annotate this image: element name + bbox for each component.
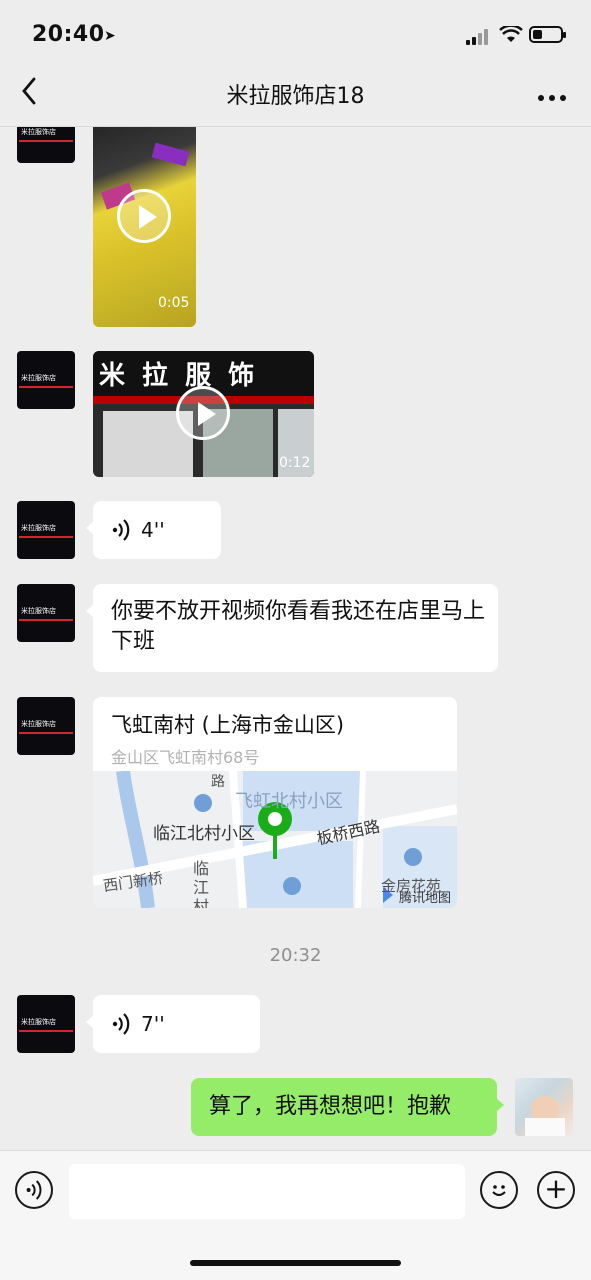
voice-duration: 7'' bbox=[141, 1012, 165, 1036]
location-message[interactable]: 飞虹南村 (上海市金山区) 金山区飞虹南村68号 飞虹北村小区 临江北村小区 板… bbox=[93, 697, 457, 908]
my-avatar[interactable] bbox=[515, 1078, 573, 1136]
voice-wave-icon bbox=[112, 1013, 130, 1035]
message-text: 算了，我再想想吧！抱歉 bbox=[209, 1094, 452, 1119]
more-button[interactable] bbox=[537, 80, 567, 108]
voice-icon bbox=[26, 1180, 42, 1200]
emoji-icon bbox=[492, 1185, 506, 1196]
message-timestamp: 20:32 bbox=[269, 945, 322, 966]
emoji-button[interactable] bbox=[480, 1171, 518, 1209]
avatar[interactable]: 米拉服饰店 bbox=[17, 584, 75, 642]
voice-duration: 4'' bbox=[141, 518, 165, 542]
wifi-icon bbox=[499, 24, 523, 49]
voice-message[interactable]: 7'' bbox=[86, 995, 260, 1053]
video-duration: 0:12 bbox=[279, 455, 311, 471]
video-message[interactable]: 0:05 bbox=[93, 127, 196, 327]
map-attribution: 腾讯地图 bbox=[399, 891, 452, 906]
avatar[interactable]: 米拉服饰店 bbox=[17, 351, 75, 409]
play-icon bbox=[117, 189, 171, 243]
video-message[interactable]: 米 拉 服 饰 0:12 bbox=[93, 351, 314, 477]
video-duration: 0:05 bbox=[158, 295, 190, 311]
voice-message[interactable]: 4'' bbox=[86, 501, 221, 559]
play-icon bbox=[176, 386, 230, 440]
text-message[interactable]: 你要不放开视频你看看我还在店里马上下班 bbox=[86, 584, 498, 672]
message-input[interactable] bbox=[69, 1164, 465, 1219]
add-icon: + bbox=[544, 1172, 568, 1205]
voice-input-button[interactable] bbox=[15, 1171, 53, 1209]
voice-wave-icon bbox=[112, 519, 130, 541]
more-icon bbox=[538, 95, 566, 101]
map-label: 临江村 bbox=[193, 859, 210, 908]
shop-sign-text: 米 拉 服 饰 bbox=[99, 361, 259, 391]
map-label: 临江北村小区 bbox=[153, 824, 255, 844]
cellular-signal-icon bbox=[466, 29, 492, 45]
location-map[interactable]: 飞虹北村小区 临江北村小区 板桥西路 西门新桥 临江村 金房花苑 路 腾讯地图 bbox=[93, 771, 457, 908]
home-indicator bbox=[190, 1260, 401, 1266]
avatar[interactable]: 米拉服饰店 bbox=[17, 995, 75, 1053]
add-button[interactable]: + bbox=[537, 1171, 575, 1209]
message-text: 你要不放开视频你看看我还在店里马上下班 bbox=[111, 599, 486, 654]
chat-area[interactable]: 米拉服饰店 0:05 米拉服饰店 米 拉 服 饰 0:12 米拉服饰店 4'' … bbox=[0, 127, 591, 1149]
avatar[interactable]: 米拉服饰店 bbox=[17, 501, 75, 559]
location-arrow-icon: ➤ bbox=[104, 28, 116, 44]
chat-title: 米拉服饰店18 bbox=[226, 84, 365, 109]
my-text-message[interactable]: 算了，我再想想吧！抱歉 bbox=[191, 1078, 504, 1136]
battery-icon bbox=[529, 26, 566, 43]
map-label: 路 bbox=[211, 774, 225, 790]
location-title: 飞虹南村 (上海市金山区) bbox=[111, 713, 345, 737]
status-time: 20:40 bbox=[32, 22, 105, 47]
map-label: 飞虹北村小区 bbox=[235, 791, 343, 812]
location-address: 金山区飞虹南村68号 bbox=[111, 748, 260, 767]
avatar[interactable]: 米拉服饰店 bbox=[17, 697, 75, 755]
avatar[interactable]: 米拉服饰店 bbox=[17, 127, 75, 163]
